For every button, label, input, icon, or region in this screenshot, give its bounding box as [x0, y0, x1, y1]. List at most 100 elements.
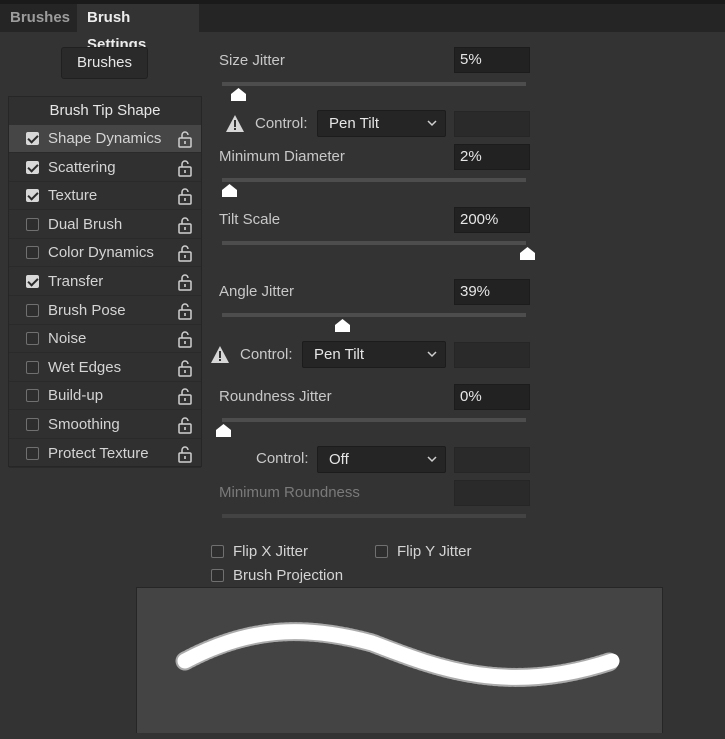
- tilt-scale-input[interactable]: 200%: [454, 207, 530, 233]
- angle-jitter-input[interactable]: 39%: [454, 279, 530, 305]
- build-up-label: Build-up: [48, 387, 104, 405]
- tab-brush-settings[interactable]: Brush Settings: [77, 4, 199, 53]
- tab-brushes[interactable]: Brushes: [0, 4, 76, 32]
- roundness-jitter-label: Roundness Jitter: [219, 388, 332, 405]
- size-jitter-control-input[interactable]: [454, 111, 530, 137]
- list-item-scattering[interactable]: Scattering: [9, 154, 201, 182]
- size-jitter-slider-thumb[interactable]: [231, 88, 247, 101]
- lock-icon[interactable]: [177, 244, 193, 263]
- brush-stroke-preview: [136, 587, 663, 733]
- dual-brush-label: Dual Brush: [48, 215, 123, 233]
- brush-projection-checkbox[interactable]: [211, 569, 224, 582]
- lock-icon[interactable]: [177, 330, 193, 348]
- shape-dynamics-label: Shape Dynamics: [48, 130, 162, 147]
- flip-y-jitter-checkbox[interactable]: [375, 545, 388, 558]
- minimum-diameter-label: Minimum Diameter: [219, 148, 345, 165]
- chevron-down-icon: [427, 351, 437, 358]
- list-item-brush-pose[interactable]: Brush Pose: [9, 297, 201, 325]
- minimum-roundness-input[interactable]: [454, 480, 530, 506]
- flip-x-jitter-checkbox[interactable]: [211, 545, 224, 558]
- list-item-color-dynamics[interactable]: Color Dynamics: [9, 239, 201, 268]
- roundness-jitter-control-dropdown[interactable]: Off: [317, 446, 446, 473]
- control-dropdown-value: Pen Tilt: [329, 115, 380, 132]
- brush-pose-checkbox[interactable]: [26, 303, 39, 317]
- lock-icon[interactable]: [177, 302, 193, 320]
- list-item-noise[interactable]: Noise: [9, 325, 201, 354]
- lock-icon[interactable]: [177, 445, 193, 463]
- lock-icon[interactable]: [177, 187, 193, 205]
- color-dynamics-checkbox[interactable]: [26, 246, 39, 260]
- texture-checkbox[interactable]: [26, 189, 39, 203]
- size-jitter-label: Size Jitter: [219, 52, 285, 69]
- control-label: Control:: [240, 346, 293, 363]
- angle-jitter-slider-thumb[interactable]: [334, 319, 350, 332]
- size-jitter-slider-track[interactable]: [222, 82, 526, 86]
- protect-texture-label: Protect Texture: [48, 444, 149, 462]
- minimum-roundness-slider-track[interactable]: [222, 514, 526, 518]
- tilt-scale-label: Tilt Scale: [219, 211, 281, 228]
- lock-icon[interactable]: [177, 273, 193, 291]
- flip-y-jitter-label: Flip Y Jitter: [397, 543, 472, 560]
- minimum-diameter-slider-track[interactable]: [222, 178, 526, 182]
- tilt-scale-slider-track[interactable]: [222, 241, 526, 245]
- list-item-texture[interactable]: Texture: [9, 182, 201, 211]
- warning-icon: [211, 346, 229, 363]
- control-label: Control:: [255, 115, 308, 132]
- lock-icon[interactable]: [177, 216, 193, 234]
- wet-edges-label: Wet Edges: [48, 358, 122, 376]
- wet-edges-checkbox[interactable]: [26, 360, 39, 374]
- lock-icon[interactable]: [177, 387, 193, 406]
- brush-settings-list: Brush Tip Shape Shape Dynamics Scattering…: [8, 96, 202, 468]
- list-item-wet-edges[interactable]: Wet Edges: [9, 354, 201, 382]
- dual-brush-checkbox[interactable]: [26, 217, 39, 231]
- chevron-down-icon: [427, 456, 437, 463]
- smoothing-label: Smoothing: [48, 416, 120, 433]
- control-label: Control:: [256, 450, 309, 467]
- brush-tip-shape-item[interactable]: Brush Tip Shape: [9, 97, 201, 124]
- list-item-transfer[interactable]: Transfer: [9, 268, 201, 296]
- size-jitter-input[interactable]: 5%: [454, 47, 530, 73]
- roundness-jitter-slider-track[interactable]: [222, 418, 526, 422]
- list-item-build-up[interactable]: Build-up: [9, 382, 201, 411]
- roundness-jitter-control-input[interactable]: [454, 447, 530, 473]
- brush-projection-label: Brush Projection: [233, 567, 344, 584]
- control-dropdown-value: Pen Tilt: [314, 346, 365, 363]
- brushes-button[interactable]: Brushes: [61, 47, 148, 79]
- lock-icon[interactable]: [177, 359, 193, 377]
- brush-stroke-icon: [175, 622, 622, 687]
- angle-jitter-control-dropdown[interactable]: Pen Tilt: [302, 341, 446, 368]
- transfer-label: Transfer: [48, 273, 104, 290]
- minimum-roundness-label: Minimum Roundness: [219, 484, 360, 501]
- minimum-diameter-input[interactable]: 2%: [454, 144, 530, 170]
- color-dynamics-label: Color Dynamics: [48, 244, 154, 262]
- lock-icon[interactable]: [177, 416, 193, 434]
- list-item-shape-dynamics[interactable]: Shape Dynamics: [9, 125, 201, 153]
- lock-icon[interactable]: [177, 130, 193, 148]
- minimum-diameter-slider-thumb[interactable]: [222, 184, 238, 197]
- lock-icon[interactable]: [177, 159, 193, 177]
- size-jitter-control-dropdown[interactable]: Pen Tilt: [317, 110, 446, 137]
- transfer-checkbox[interactable]: [26, 275, 39, 288]
- smoothing-checkbox[interactable]: [26, 418, 39, 431]
- control-dropdown-value: Off: [329, 451, 349, 468]
- list-item-smoothing[interactable]: Smoothing: [9, 411, 201, 439]
- noise-label: Noise: [48, 330, 87, 348]
- roundness-jitter-slider-thumb[interactable]: [216, 424, 231, 437]
- noise-checkbox[interactable]: [26, 332, 39, 346]
- flip-x-jitter-label: Flip X Jitter: [233, 543, 309, 560]
- scattering-label: Scattering: [48, 158, 116, 176]
- build-up-checkbox[interactable]: [26, 389, 39, 403]
- angle-jitter-control-input[interactable]: [454, 342, 530, 368]
- brush-pose-label: Brush Pose: [48, 301, 126, 319]
- list-item-protect-texture[interactable]: Protect Texture: [9, 440, 201, 468]
- roundness-jitter-input[interactable]: 0%: [454, 384, 530, 410]
- tilt-scale-slider-thumb[interactable]: [520, 247, 535, 260]
- scattering-checkbox[interactable]: [26, 160, 39, 174]
- angle-jitter-slider-track[interactable]: [222, 313, 526, 317]
- protect-texture-checkbox[interactable]: [26, 446, 39, 460]
- angle-jitter-label: Angle Jitter: [219, 283, 295, 300]
- list-item-dual-brush[interactable]: Dual Brush: [9, 211, 201, 239]
- chevron-down-icon: [427, 120, 437, 127]
- shape-dynamics-checkbox[interactable]: [26, 132, 39, 145]
- texture-label: Texture: [48, 187, 98, 205]
